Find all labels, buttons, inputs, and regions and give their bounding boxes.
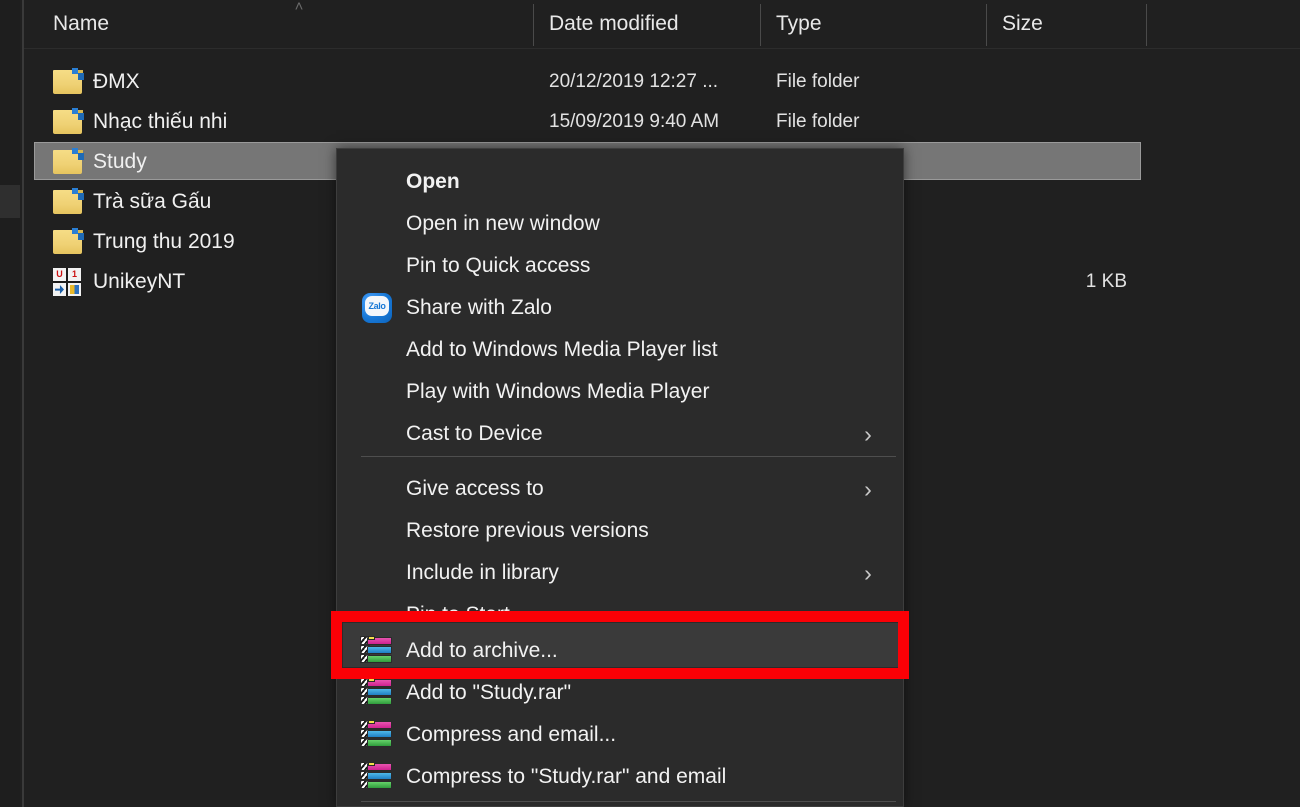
column-header-name[interactable]: Name: [53, 12, 109, 36]
folder-icon: [53, 69, 83, 95]
context-menu-item-compress-and-email[interactable]: Compress and email...: [338, 714, 904, 756]
column-header-size[interactable]: Size: [1002, 12, 1043, 36]
column-header-type[interactable]: Type: [776, 12, 822, 36]
context-menu-item-label: Compress and email...: [406, 722, 616, 748]
file-name-cell: Trung thu 2019: [93, 229, 235, 255]
file-name-cell: UnikeyNT: [93, 269, 185, 295]
context-menu-item-label: Add to Windows Media Player list: [406, 337, 718, 363]
context-menu-item-add-to-wmp-list[interactable]: Add to Windows Media Player list: [338, 329, 904, 371]
file-name-cell: Trà sữa Gấu: [93, 189, 211, 215]
context-menu-item-cast-to-device[interactable]: Cast to Device ›: [338, 413, 904, 455]
navigation-pane[interactable]: [0, 0, 20, 807]
context-menu-item-label: Open in new window: [406, 211, 600, 237]
file-name-cell: ĐMX: [93, 69, 140, 95]
chevron-right-icon: ›: [858, 421, 878, 447]
context-menu-item-share-with-zalo[interactable]: Zalo Share with Zalo: [338, 287, 904, 329]
column-divider-type[interactable]: [986, 4, 987, 46]
winrar-icon: [360, 761, 394, 793]
date-modified-cell: 15/09/2019 9:40 AM: [549, 109, 719, 135]
type-cell: File folder: [776, 109, 859, 135]
column-divider-date[interactable]: [760, 4, 761, 46]
context-menu-item-give-access-to[interactable]: Give access to ›: [338, 468, 904, 510]
context-menu-item-add-to-archive[interactable]: Add to archive...: [338, 630, 904, 672]
context-menu-item-label: Give access to: [406, 476, 544, 502]
zalo-icon-label: Zalo: [365, 298, 389, 314]
table-row[interactable]: Nhạc thiếu nhi 15/09/2019 9:40 AM File f…: [24, 102, 1300, 142]
navigation-pane-selected-item[interactable]: [0, 185, 20, 218]
context-menu: Open Open in new window Pin to Quick acc…: [336, 148, 904, 807]
context-menu-separator: [361, 456, 896, 457]
folder-icon: [53, 229, 83, 255]
context-menu-separator: [361, 801, 896, 802]
context-menu-item-open[interactable]: Open: [338, 161, 904, 203]
context-menu-item-add-to-study-rar[interactable]: Add to "Study.rar": [338, 672, 904, 714]
chevron-right-icon: ›: [858, 560, 878, 586]
context-menu-item-include-in-library[interactable]: Include in library ›: [338, 552, 904, 594]
column-header-date-modified[interactable]: Date modified: [549, 12, 679, 36]
chevron-right-icon: ›: [858, 476, 878, 502]
context-menu-item-play-with-wmp[interactable]: Play with Windows Media Player: [338, 371, 904, 413]
context-menu-item-pin-to-quick-access[interactable]: Pin to Quick access: [338, 245, 904, 287]
winrar-icon: [360, 719, 394, 751]
folder-icon: [53, 189, 83, 215]
sort-ascending-icon: ˄: [288, 1, 310, 13]
column-divider-size[interactable]: [1146, 4, 1147, 46]
header-underline: [24, 48, 1300, 49]
context-menu-item-label: Open: [406, 169, 460, 195]
context-menu-item-label: Share with Zalo: [406, 295, 552, 321]
winrar-icon: [360, 635, 394, 667]
folder-icon: [53, 109, 83, 135]
context-menu-item-open-in-new-window[interactable]: Open in new window: [338, 203, 904, 245]
context-menu-item-compress-to-study-rar-and-email[interactable]: Compress to "Study.rar" and email: [338, 756, 904, 798]
folder-icon: [53, 149, 83, 175]
context-menu-item-label: Pin to Quick access: [406, 253, 590, 279]
context-menu-item-label: Cast to Device: [406, 421, 543, 447]
context-menu-item-label: Add to "Study.rar": [406, 680, 571, 706]
context-menu-item-label: Play with Windows Media Player: [406, 379, 709, 405]
file-explorer-window: ˄ Name Date modified Type Size ĐMX 20/12…: [0, 0, 1300, 807]
column-header-row: ˄ Name Date modified Type Size: [24, 0, 1300, 48]
date-modified-cell: 20/12/2019 12:27 ...: [549, 69, 718, 95]
context-menu-item-label: Include in library: [406, 560, 559, 586]
table-row[interactable]: ĐMX 20/12/2019 12:27 ... File folder: [24, 62, 1300, 102]
column-divider-name[interactable]: [533, 4, 534, 46]
type-cell: File folder: [776, 69, 859, 95]
file-name-cell: Study: [93, 149, 147, 175]
unikey-icon: U1: [53, 268, 81, 296]
file-name-cell: Nhạc thiếu nhi: [93, 109, 227, 135]
winrar-icon: [360, 677, 394, 709]
context-menu-item-label: Add to archive...: [406, 638, 558, 664]
context-menu-item-label: Restore previous versions: [406, 518, 649, 544]
zalo-icon: Zalo: [362, 293, 392, 323]
context-menu-item-label: Compress to "Study.rar" and email: [406, 764, 726, 790]
size-cell: 1 KB: [999, 269, 1127, 295]
context-menu-item-restore-previous-versions[interactable]: Restore previous versions: [338, 510, 904, 552]
